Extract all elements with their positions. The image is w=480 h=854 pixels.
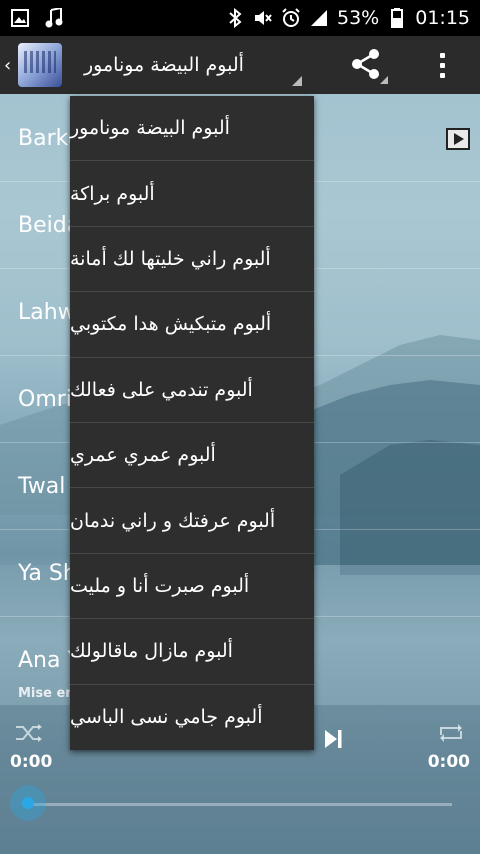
- back-chevron-icon[interactable]: ‹: [4, 55, 14, 76]
- elapsed-time: 0:00: [10, 752, 53, 772]
- dropdown-item[interactable]: ألبوم عرفتك و راني ندمان: [70, 488, 314, 554]
- overflow-menu-button[interactable]: [432, 48, 452, 82]
- battery-icon: [387, 8, 407, 28]
- selected-album-label: ألبوم البيضة مونامور: [84, 54, 244, 76]
- shuffle-icon: [16, 724, 42, 742]
- overflow-dot: [439, 52, 445, 58]
- skip-next-icon: [325, 730, 342, 748]
- song-title: Twal: [18, 473, 66, 499]
- album-spinner[interactable]: ألبوم البيضة مونامور: [84, 36, 302, 94]
- repeat-icon: [440, 724, 462, 742]
- player-status-label: Mise en: [18, 686, 75, 701]
- bluetooth-icon: [225, 8, 245, 28]
- overflow-dot: [439, 72, 445, 78]
- image-icon: [10, 8, 30, 28]
- app-logo[interactable]: [18, 43, 62, 87]
- total-time: 0:00: [427, 752, 470, 772]
- song-title: Lahw: [18, 299, 76, 325]
- dropdown-item[interactable]: ألبوم البيضة مونامور: [70, 96, 314, 162]
- overflow-dot: [439, 62, 445, 68]
- dropdown-item[interactable]: ألبوم صبرت أنا و مليت: [70, 554, 314, 620]
- battery-percent: 53%: [337, 7, 380, 29]
- dropdown-item[interactable]: ألبوم راني خليتها لك أمانة: [70, 227, 314, 293]
- signal-icon: [309, 8, 329, 28]
- seek-thumb[interactable]: [10, 785, 46, 821]
- seek-bar[interactable]: [28, 803, 452, 806]
- action-bar: ‹ ألبوم البيضة مونامور: [0, 36, 480, 94]
- music-note-icon: [44, 8, 64, 28]
- album-dropdown-menu: ألبوم البيضة مونامور ألبوم براكة ألبوم ر…: [70, 96, 314, 750]
- dropdown-item[interactable]: ألبوم جامي نسى الباسي: [70, 685, 314, 750]
- alarm-icon: [281, 8, 301, 28]
- song-title: Ya Sh: [18, 560, 77, 586]
- repeat-button[interactable]: [436, 722, 466, 744]
- dropdown-item[interactable]: ألبوم مازال ماقالولك: [70, 619, 314, 685]
- share-button[interactable]: [350, 48, 388, 84]
- dropdown-item[interactable]: ألبوم متبكيش هدا مكتوبي: [70, 292, 314, 358]
- clock: 01:15: [415, 7, 470, 29]
- song-title: Omri: [18, 386, 72, 412]
- play-icon[interactable]: [446, 128, 470, 150]
- share-icon: [352, 49, 379, 79]
- shuffle-button[interactable]: [14, 722, 44, 744]
- spinner-corner-icon: [292, 76, 302, 86]
- dropdown-item[interactable]: ألبوم عمري عمري: [70, 423, 314, 489]
- dropdown-item[interactable]: ألبوم براكة: [70, 161, 314, 227]
- status-bar: 53% 01:15: [0, 0, 480, 36]
- mute-icon: [253, 8, 273, 28]
- dropdown-item[interactable]: ألبوم تندمي على فعالك: [70, 358, 314, 423]
- next-button[interactable]: [322, 728, 344, 750]
- share-corner-icon: [380, 76, 388, 84]
